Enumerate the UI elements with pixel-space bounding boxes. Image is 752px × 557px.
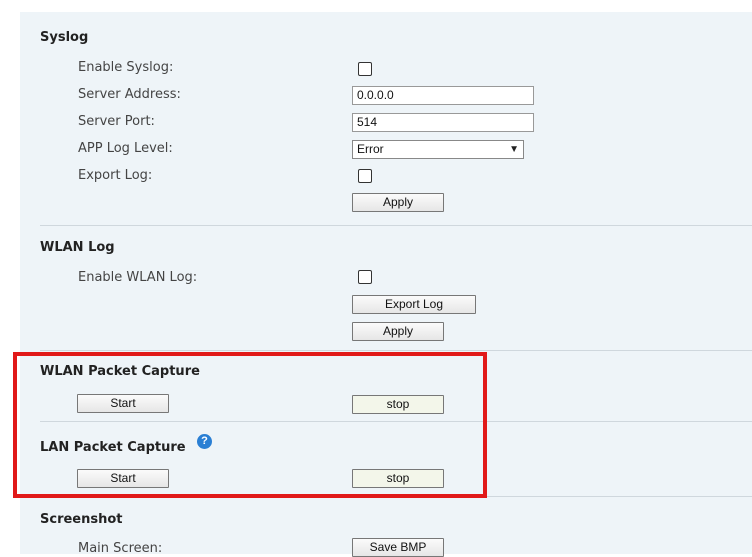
save-bmp-button[interactable]: Save BMP [352, 538, 444, 557]
wlan-log-apply-button[interactable]: Apply [352, 322, 444, 341]
divider [40, 225, 752, 226]
export-log-checkbox[interactable] [358, 169, 372, 183]
screenshot-section-title: Screenshot [40, 512, 123, 527]
app-log-level-label: APP Log Level: [78, 141, 173, 156]
enable-wlan-log-checkbox[interactable] [358, 270, 372, 284]
enable-wlan-log-label: Enable WLAN Log: [78, 270, 198, 285]
export-log-label: Export Log: [78, 168, 153, 183]
highlight-box [13, 352, 487, 498]
enable-syslog-label: Enable Syslog: [78, 60, 174, 75]
server-port-input[interactable]: 514 [352, 113, 534, 132]
server-port-label: Server Port: [78, 114, 155, 129]
export-log-button[interactable]: Export Log [352, 295, 476, 314]
app-log-level-value: Error [357, 142, 384, 156]
syslog-apply-button[interactable]: Apply [352, 193, 444, 212]
app-log-level-select[interactable]: Error ▼ [352, 140, 524, 159]
wlan-log-section-title: WLAN Log [40, 240, 115, 255]
server-address-input[interactable]: 0.0.0.0 [352, 86, 534, 105]
server-address-label: Server Address: [78, 87, 181, 102]
syslog-section-title: Syslog [40, 30, 89, 45]
divider [40, 350, 752, 351]
chevron-down-icon: ▼ [509, 144, 519, 155]
enable-syslog-checkbox[interactable] [358, 62, 372, 76]
